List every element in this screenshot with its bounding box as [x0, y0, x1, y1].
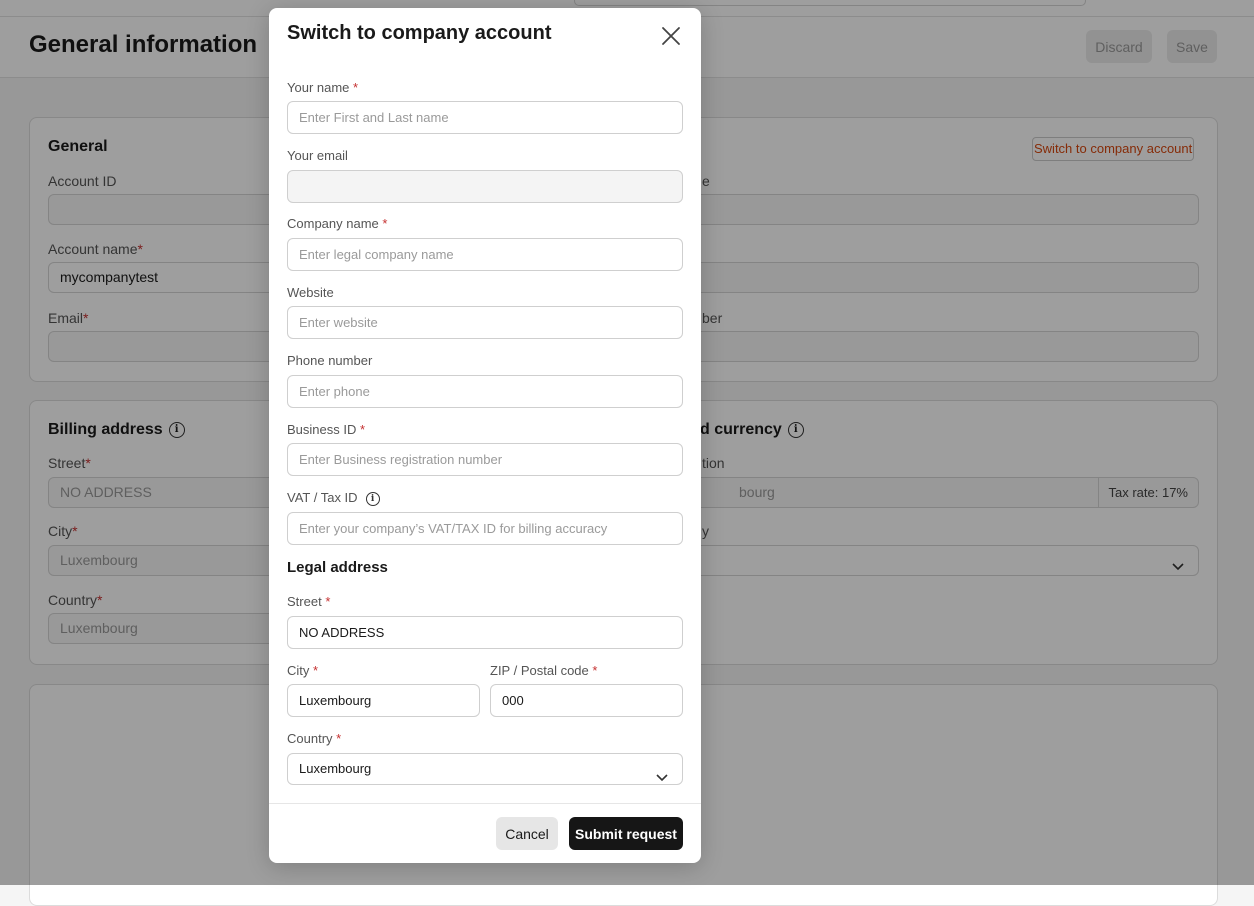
legal-address-title: Legal address [287, 559, 388, 576]
chevron-down-icon [656, 763, 668, 793]
country-select-value: Luxembourg [299, 761, 372, 776]
city-label: City * [287, 663, 319, 678]
city-input[interactable] [287, 684, 480, 717]
vat-input[interactable] [287, 512, 683, 545]
street-input[interactable] [287, 616, 683, 649]
your-email-label: Your email [287, 148, 348, 163]
close-icon [662, 27, 680, 45]
company-name-label: Company name * [287, 216, 388, 231]
country-select[interactable]: Luxembourg [287, 753, 683, 785]
zip-input[interactable] [490, 684, 683, 717]
website-label: Website [287, 285, 334, 300]
info-icon[interactable]: i [365, 491, 380, 506]
your-name-label: Your name * [287, 80, 359, 95]
your-name-input[interactable] [287, 101, 683, 134]
phone-label: Phone number [287, 353, 373, 368]
close-button[interactable] [659, 24, 683, 48]
country-label: Country * [287, 731, 342, 746]
business-id-label: Business ID * [287, 422, 366, 437]
your-email-input[interactable] [287, 170, 683, 203]
phone-input[interactable] [287, 375, 683, 408]
website-input[interactable] [287, 306, 683, 339]
company-name-input[interactable] [287, 238, 683, 271]
street-label: Street * [287, 594, 331, 609]
cancel-button[interactable]: Cancel [496, 817, 558, 850]
submit-request-button[interactable]: Submit request [569, 817, 683, 850]
zip-label: ZIP / Postal code * [490, 663, 598, 678]
footer-divider [269, 803, 701, 804]
modal-title: Switch to company account [287, 22, 552, 44]
business-id-input[interactable] [287, 443, 683, 476]
switch-company-modal: Switch to company account Your name * Yo… [269, 8, 701, 863]
vat-label: VAT / Tax ID i [287, 490, 380, 506]
